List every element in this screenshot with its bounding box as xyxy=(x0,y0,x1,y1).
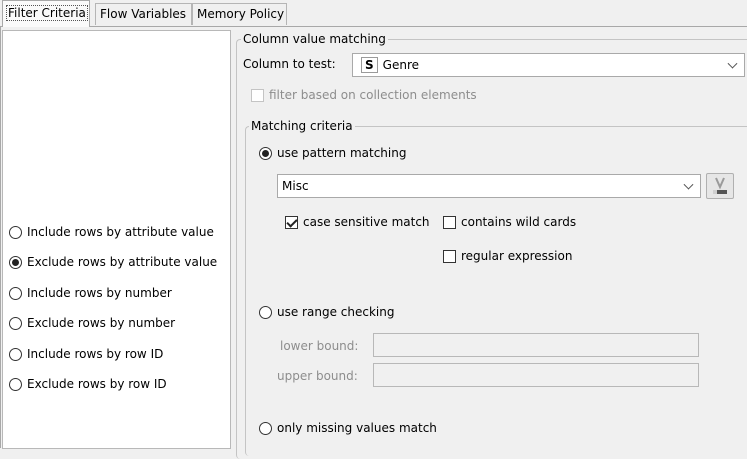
include-by-row-id-option[interactable]: Include rows by row ID xyxy=(9,347,163,361)
column-to-test-dropdown[interactable]: S Genre xyxy=(352,53,745,77)
include-by-attribute-radio[interactable] xyxy=(9,225,22,239)
range-checking-label: use range checking xyxy=(277,305,395,319)
matching-criteria-legend: Matching criteria xyxy=(249,119,355,133)
lower-bound-input[interactable] xyxy=(373,333,699,357)
include-by-attribute-label: Include rows by attribute value xyxy=(27,225,214,239)
lower-bound-label: lower bound: xyxy=(280,339,359,353)
case-sensitive-checkbox[interactable] xyxy=(285,215,298,229)
wild-cards-checkbox[interactable] xyxy=(443,215,456,229)
collection-elements-checkbox[interactable] xyxy=(251,88,264,102)
tab-filter-criteria-label: Filter Criteria xyxy=(6,5,88,21)
column-to-test-value: Genre xyxy=(382,58,419,72)
missing-values-radio[interactable] xyxy=(259,421,272,435)
include-by-row-id-radio[interactable] xyxy=(9,347,22,361)
chevron-down-icon[interactable] xyxy=(683,179,694,190)
missing-values-label: only missing values match xyxy=(277,421,437,435)
include-by-row-id-label: Include rows by row ID xyxy=(27,347,164,361)
range-checking-radio[interactable] xyxy=(259,305,272,319)
pattern-input-value: Misc xyxy=(282,179,309,193)
exclude-by-row-id-label: Exclude rows by row ID xyxy=(27,377,167,391)
filter-mode-list: Include rows by attribute value Exclude … xyxy=(2,30,231,449)
collection-elements-option[interactable]: filter based on collection elements xyxy=(251,88,477,102)
exclude-by-number-label: Exclude rows by number xyxy=(27,316,176,330)
upper-bound-input[interactable] xyxy=(373,363,699,387)
exclude-by-attribute-label: Exclude rows by attribute value xyxy=(27,255,218,269)
tab-memory-policy-label: Memory Policy xyxy=(197,7,285,21)
regex-option[interactable]: regular expression xyxy=(443,249,572,263)
column-to-test-label: Column to test: xyxy=(243,57,336,71)
string-type-icon: S xyxy=(361,57,378,73)
range-checking-option[interactable]: use range checking xyxy=(259,305,394,319)
include-by-number-label: Include rows by number xyxy=(27,286,172,300)
upper-bound-label: upper bound: xyxy=(277,369,358,383)
column-value-matching-legend: Column value matching xyxy=(241,32,388,46)
include-by-number-radio[interactable] xyxy=(9,286,22,300)
exclude-by-row-id-option[interactable]: Exclude rows by row ID xyxy=(9,377,167,391)
pattern-matching-label: use pattern matching xyxy=(277,146,407,160)
tab-memory-policy[interactable]: Memory Policy xyxy=(192,3,287,25)
pattern-matching-radio[interactable] xyxy=(259,146,272,160)
regex-label: regular expression xyxy=(461,249,573,263)
include-by-attribute-option[interactable]: Include rows by attribute value xyxy=(9,225,214,239)
include-by-number-option[interactable]: Include rows by number xyxy=(9,286,172,300)
exclude-by-number-radio[interactable] xyxy=(9,316,22,330)
chevron-down-icon[interactable] xyxy=(727,58,738,69)
wild-cards-option[interactable]: contains wild cards xyxy=(443,215,576,229)
exclude-by-row-id-radio[interactable] xyxy=(9,377,22,391)
tab-filter-criteria[interactable]: Filter Criteria xyxy=(2,0,90,27)
collection-elements-label: filter based on collection elements xyxy=(269,88,477,102)
pattern-matching-option[interactable]: use pattern matching xyxy=(259,146,406,160)
tab-flow-variables[interactable]: Flow Variables xyxy=(95,3,192,25)
exclude-by-number-option[interactable]: Exclude rows by number xyxy=(9,316,175,330)
tab-bar: Filter Criteria Flow Variables Memory Po… xyxy=(0,0,747,27)
flow-variable-icon xyxy=(713,177,727,194)
exclude-by-attribute-radio[interactable] xyxy=(9,255,22,269)
flow-variable-button[interactable] xyxy=(706,173,734,199)
exclude-by-attribute-option[interactable]: Exclude rows by attribute value xyxy=(9,255,217,269)
regex-checkbox[interactable] xyxy=(443,249,456,263)
tab-flow-variables-label: Flow Variables xyxy=(100,7,187,21)
missing-values-option[interactable]: only missing values match xyxy=(259,421,437,435)
case-sensitive-option[interactable]: case sensitive match xyxy=(285,215,430,229)
wild-cards-label: contains wild cards xyxy=(461,215,577,229)
case-sensitive-label: case sensitive match xyxy=(303,215,430,229)
pattern-input[interactable]: Misc xyxy=(277,174,701,198)
